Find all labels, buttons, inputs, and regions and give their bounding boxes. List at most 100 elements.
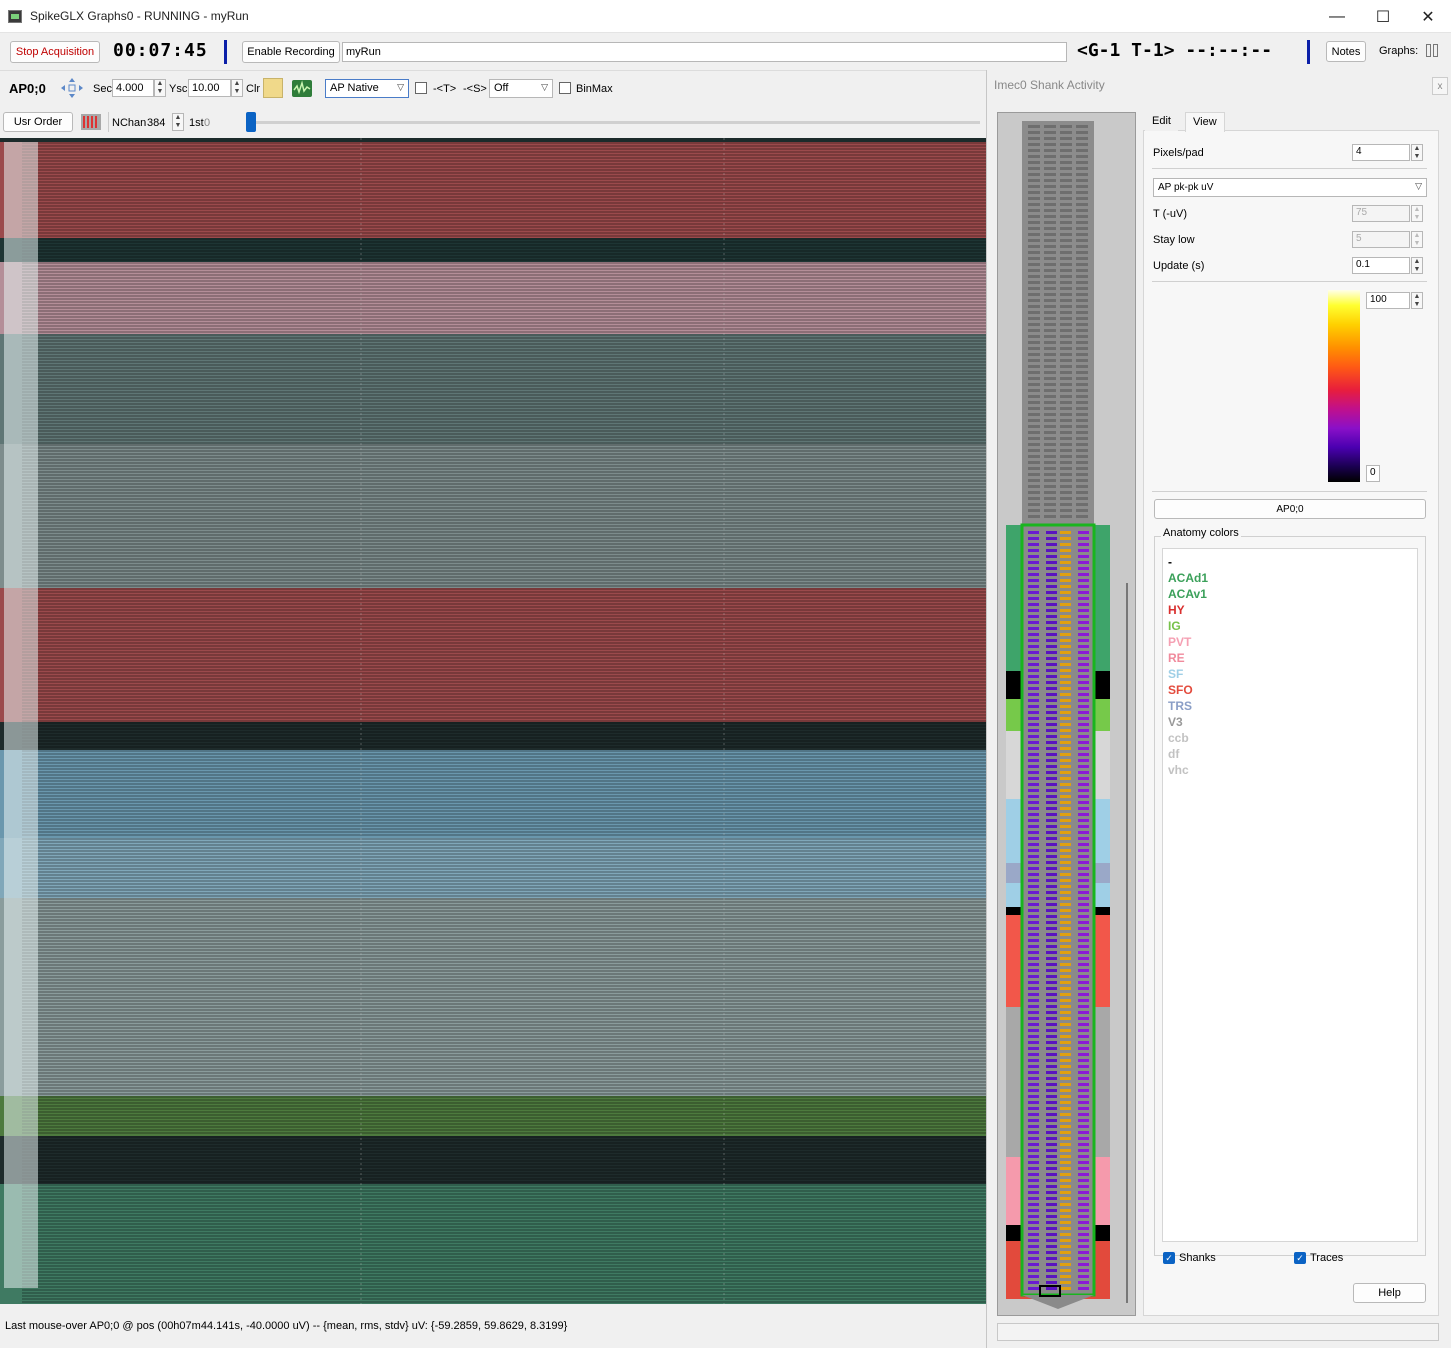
pad <box>1028 669 1039 672</box>
pad <box>1028 1209 1039 1212</box>
pad <box>1060 143 1072 146</box>
threshold-field[interactable]: 75 <box>1352 205 1410 222</box>
pad <box>1028 389 1040 392</box>
pad <box>1028 897 1039 900</box>
color-max-field[interactable]: 100 <box>1366 292 1410 309</box>
pad <box>1046 825 1057 828</box>
pad <box>1060 1131 1071 1134</box>
tab-edit[interactable]: Edit <box>1145 112 1178 131</box>
pad <box>1046 717 1057 720</box>
channel-slider-track[interactable] <box>250 121 980 124</box>
pad <box>1076 419 1088 422</box>
pad <box>1076 233 1088 236</box>
sec-stepper[interactable]: ▲ ▼ <box>154 79 166 97</box>
channel-band <box>0 838 986 898</box>
pad <box>1046 885 1057 888</box>
pad <box>1028 1167 1039 1170</box>
pad <box>1078 741 1089 744</box>
run-name-field[interactable] <box>342 42 1067 62</box>
pad <box>1060 1281 1071 1284</box>
filter-select[interactable]: AP Native ▽ <box>325 79 409 98</box>
pad <box>1046 1161 1057 1164</box>
pad <box>1044 449 1056 452</box>
pad <box>1078 639 1089 642</box>
pad <box>1078 981 1089 984</box>
stop-acquisition-button[interactable]: Stop Acquisition <box>10 41 100 63</box>
tn-checkbox[interactable] <box>415 82 427 94</box>
s-filter-select[interactable]: Off ▽ <box>489 79 553 98</box>
stay-low-field[interactable]: 5 <box>1352 231 1410 248</box>
pad <box>1060 1173 1071 1176</box>
panel-close-button[interactable]: x <box>1432 77 1448 95</box>
close-button[interactable]: ✕ <box>1405 0 1451 33</box>
trace-graph[interactable] <box>0 138 986 1304</box>
pad <box>1060 687 1071 690</box>
pad <box>1060 1005 1071 1008</box>
binmax-checkbox[interactable] <box>559 82 571 94</box>
pan-zoom-icon[interactable] <box>60 77 84 99</box>
pad <box>1078 717 1089 720</box>
threshold-stepper[interactable]: ▲ ▼ <box>1411 205 1423 222</box>
pad <box>1044 485 1056 488</box>
pad <box>1076 389 1088 392</box>
color-swatch-button[interactable] <box>263 78 283 98</box>
help-button[interactable]: Help <box>1353 1283 1426 1303</box>
pad <box>1044 281 1056 284</box>
pad <box>1060 789 1071 792</box>
pad <box>1046 921 1057 924</box>
pad <box>1028 191 1040 194</box>
enable-recording-button[interactable]: Enable Recording <box>242 41 340 63</box>
anatomy-list[interactable]: - ACAd1 ACAv1 HY IG PVT RE SF SFO TRS V3 ccb df vhc <box>1162 548 1418 1242</box>
maximize-button[interactable]: ☐ <box>1360 0 1406 33</box>
pad <box>1076 347 1088 350</box>
ysc-stepper[interactable]: ▲ ▼ <box>231 79 243 97</box>
stream-select-button[interactable]: AP0;0 <box>1154 499 1426 519</box>
nchan-stepper[interactable]: ▲ ▼ <box>172 113 184 131</box>
pad <box>1044 197 1056 200</box>
pad <box>1060 735 1071 738</box>
sec-spinbox[interactable]: 4.000 <box>112 79 154 97</box>
channel-map-icon[interactable] <box>80 112 102 132</box>
pad <box>1060 1197 1071 1200</box>
pad <box>1028 275 1040 278</box>
pad <box>1028 335 1040 338</box>
color-max-stepper[interactable]: ▲ ▼ <box>1411 292 1423 309</box>
pad <box>1044 257 1056 260</box>
notes-button[interactable]: Notes <box>1326 41 1366 62</box>
pad <box>1028 497 1040 500</box>
channel-slider-handle[interactable] <box>246 112 256 132</box>
ysc-spinbox[interactable]: 10.00 <box>188 79 231 97</box>
shank-tip <box>1022 1295 1094 1309</box>
first-value[interactable]: 0 <box>204 117 210 129</box>
pad <box>1028 1155 1039 1158</box>
pixels-pad-field[interactable]: 4 <box>1352 144 1410 161</box>
pad <box>1078 1251 1089 1254</box>
traces-checkbox[interactable]: ✓ <box>1294 1252 1306 1264</box>
pad <box>1076 473 1088 476</box>
pad <box>1060 251 1072 254</box>
pad <box>1028 1023 1039 1026</box>
stay-low-stepper[interactable]: ▲ ▼ <box>1411 231 1423 248</box>
shank-view[interactable] <box>997 112 1136 1316</box>
pad <box>1046 903 1057 906</box>
minimize-button[interactable]: — <box>1314 0 1360 33</box>
pad <box>1046 633 1057 636</box>
pad <box>1076 371 1088 374</box>
measure-select[interactable]: AP pk-pk uV ▽ <box>1153 178 1427 197</box>
update-field[interactable]: 0.1 <box>1352 257 1410 274</box>
pixels-pad-stepper[interactable]: ▲ ▼ <box>1411 144 1423 161</box>
tab-view[interactable]: View <box>1185 112 1225 132</box>
shanks-checkbox[interactable]: ✓ <box>1163 1252 1175 1264</box>
pad <box>1028 449 1040 452</box>
pad <box>1028 867 1039 870</box>
waveform-icon[interactable] <box>291 77 315 99</box>
usr-order-button[interactable]: Usr Order <box>3 112 73 132</box>
pad <box>1028 969 1039 972</box>
nchan-label: NChan <box>112 117 147 129</box>
update-stepper[interactable]: ▲ ▼ <box>1411 257 1423 274</box>
nchan-value[interactable]: 384 <box>147 117 165 129</box>
graphs-layout-icon[interactable] <box>1426 44 1438 57</box>
pad <box>1060 717 1071 720</box>
pad <box>1046 591 1057 594</box>
pad <box>1078 591 1089 594</box>
